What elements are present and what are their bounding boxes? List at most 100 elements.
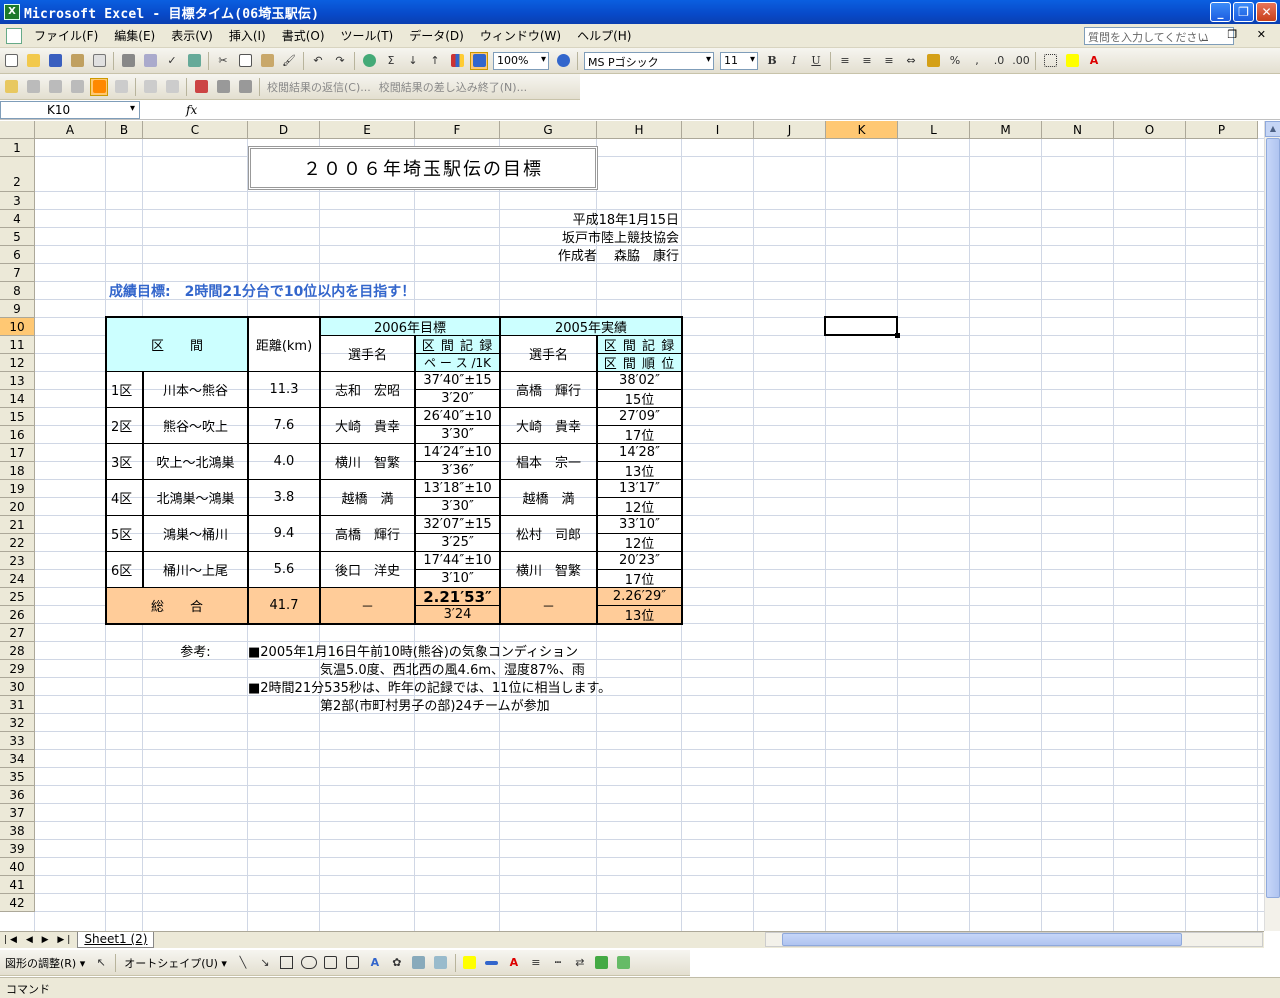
tab-nav-buttons[interactable]: |◀ ◀ ▶ ▶|: [4, 935, 73, 945]
picture-icon[interactable]: [432, 954, 450, 972]
leg-target-time[interactable]: 17′44″±10: [415, 551, 500, 570]
fill-handle[interactable]: [895, 333, 900, 338]
sort-asc-icon[interactable]: ↓: [404, 52, 422, 70]
leg-time-2005[interactable]: 14′28″: [597, 443, 682, 462]
review-icon-2[interactable]: [24, 78, 42, 96]
note-2[interactable]: 気温5.0度、西北西の風4.6m、湿度87%、雨: [320, 659, 754, 678]
column-header-H[interactable]: H: [597, 121, 682, 139]
row-header-24[interactable]: 24: [0, 570, 35, 588]
row-header-13[interactable]: 13: [0, 372, 35, 390]
format-painter-icon[interactable]: 🖌: [280, 52, 298, 70]
header-2005-actual[interactable]: 2005年実績: [500, 317, 682, 336]
zoom-select[interactable]: 100%: [493, 51, 549, 70]
header-rank-2005[interactable]: 区 間 順 位: [597, 353, 682, 372]
diagram-icon[interactable]: ✿: [388, 954, 406, 972]
header-record-2005[interactable]: 区 間 記 録: [597, 335, 682, 354]
research-icon[interactable]: [185, 52, 203, 70]
dash-style-icon[interactable]: ┅: [549, 954, 567, 972]
currency-icon[interactable]: [924, 52, 942, 70]
arrow-icon[interactable]: ↘: [256, 954, 274, 972]
row-header-5[interactable]: 5: [0, 228, 35, 246]
column-header-K[interactable]: K: [826, 121, 898, 139]
header-pace-2006[interactable]: ペ ー ス /1K: [415, 353, 500, 372]
review-icon-4[interactable]: [68, 78, 86, 96]
row-header-35[interactable]: 35: [0, 768, 35, 786]
total-pace[interactable]: 3′24: [415, 605, 500, 624]
row-header-4[interactable]: 4: [0, 210, 35, 228]
leg-route[interactable]: 熊谷～吹上: [143, 407, 248, 444]
leg-distance[interactable]: 7.6: [248, 407, 320, 444]
row-header-12[interactable]: 12: [0, 354, 35, 372]
italic-button[interactable]: I: [785, 52, 803, 70]
rectangle-icon[interactable]: [278, 954, 296, 972]
increase-decimal-icon[interactable]: .0: [990, 52, 1008, 70]
line-color-icon[interactable]: [483, 954, 501, 972]
row-header-30[interactable]: 30: [0, 678, 35, 696]
hyperlink-icon[interactable]: [360, 52, 378, 70]
total-label[interactable]: 総 合: [106, 587, 248, 624]
menu-insert[interactable]: 挿入(I): [221, 27, 274, 44]
close-button[interactable]: ✕: [1256, 2, 1277, 22]
row-header-1[interactable]: 1: [0, 139, 35, 157]
workbook-icon[interactable]: [6, 27, 22, 44]
copy-icon[interactable]: [236, 52, 254, 70]
chart-wizard-icon[interactable]: [448, 52, 466, 70]
end-review-button[interactable]: 校閲結果の差し込み終了(N)...: [379, 79, 527, 95]
row-header-9[interactable]: 9: [0, 300, 35, 318]
font-size-select[interactable]: 11: [720, 51, 758, 70]
row-header-40[interactable]: 40: [0, 858, 35, 876]
select-objects-icon[interactable]: ↖: [92, 954, 110, 972]
row-header-10[interactable]: 10: [0, 318, 35, 336]
leg-runner-2006[interactable]: 越橋 満: [320, 479, 415, 516]
column-header-O[interactable]: O: [1114, 121, 1186, 139]
print-icon[interactable]: [119, 52, 137, 70]
row-header-2[interactable]: 2: [0, 157, 35, 192]
leg-route[interactable]: 川本～熊谷: [143, 371, 248, 408]
worksheet-grid[interactable]: A B C D E F G H I J K L M N O P 1 2 3 4 5 6 7 8 9 10 11 12 13 14 15 16 1…: [0, 121, 1264, 931]
review-icon-1[interactable]: [2, 78, 20, 96]
draw-font-color-icon[interactable]: A: [505, 954, 523, 972]
permission-icon[interactable]: [68, 52, 86, 70]
row-header-38[interactable]: 38: [0, 822, 35, 840]
merge-center-icon[interactable]: ⇔: [902, 52, 920, 70]
leg-pace[interactable]: 3′20″: [415, 389, 500, 408]
leg-distance[interactable]: 4.0: [248, 443, 320, 480]
leg-distance[interactable]: 5.6: [248, 551, 320, 588]
leg-number[interactable]: 3区: [106, 443, 143, 480]
row-header-22[interactable]: 22: [0, 534, 35, 552]
column-header-A[interactable]: A: [35, 121, 106, 139]
leg-rank-2005[interactable]: 13位: [597, 461, 682, 480]
mdi-controls[interactable]: _ ❐ ✕: [1202, 28, 1274, 41]
total-target-time[interactable]: 2.21′53″: [415, 587, 500, 606]
redo-icon[interactable]: ↷: [331, 52, 349, 70]
percent-button[interactable]: %: [946, 52, 964, 70]
date-text[interactable]: 平成18年1月15日: [415, 209, 682, 228]
leg-time-2005[interactable]: 20′23″: [597, 551, 682, 570]
column-header-L[interactable]: L: [898, 121, 970, 139]
review-icon-8[interactable]: [163, 78, 181, 96]
leg-pace[interactable]: 3′10″: [415, 569, 500, 588]
leg-runner-2006[interactable]: 横川 智繁: [320, 443, 415, 480]
row-header-23[interactable]: 23: [0, 552, 35, 570]
draw-menu-button[interactable]: 図形の調整(R) ▾: [5, 955, 85, 971]
leg-distance[interactable]: 9.4: [248, 515, 320, 552]
total-time-2005[interactable]: 2.26′29″: [597, 587, 682, 606]
minimize-button[interactable]: _: [1210, 2, 1231, 22]
row-header-14[interactable]: 14: [0, 390, 35, 408]
row-header-33[interactable]: 33: [0, 732, 35, 750]
leg-runner-2005[interactable]: 横川 智繁: [500, 551, 597, 588]
leg-number[interactable]: 5区: [106, 515, 143, 552]
menu-view[interactable]: 表示(V): [163, 27, 221, 44]
scroll-up-icon[interactable]: ▲: [1265, 121, 1280, 137]
leg-pace[interactable]: 3′30″: [415, 497, 500, 516]
row-header-29[interactable]: 29: [0, 660, 35, 678]
leg-rank-2005[interactable]: 12位: [597, 497, 682, 516]
column-header-M[interactable]: M: [970, 121, 1042, 139]
row-header-7[interactable]: 7: [0, 264, 35, 282]
name-box[interactable]: K10: [0, 100, 140, 119]
wordart-icon[interactable]: A: [366, 954, 384, 972]
leg-route[interactable]: 北鴻巣～鴻巣: [143, 479, 248, 516]
column-header-G[interactable]: G: [500, 121, 597, 139]
save-icon[interactable]: [46, 52, 64, 70]
row-header-8[interactable]: 8: [0, 282, 35, 300]
